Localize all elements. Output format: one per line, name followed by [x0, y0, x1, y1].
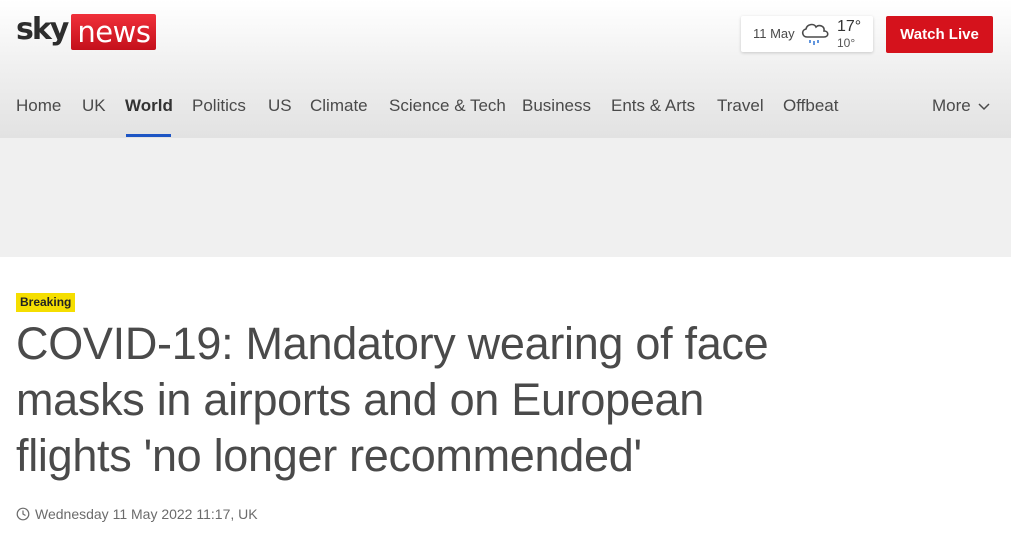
- weather-high-temp: 17°: [837, 18, 862, 35]
- nav-item-home[interactable]: Home: [16, 94, 61, 118]
- nav-item-business[interactable]: Business: [522, 94, 591, 118]
- nav-more-label: More: [932, 96, 971, 115]
- nav-item-travel[interactable]: Travel: [717, 94, 764, 118]
- clock-icon: [16, 507, 30, 521]
- nav-item-politics[interactable]: Politics: [192, 94, 246, 118]
- nav-item-us[interactable]: US: [268, 94, 292, 118]
- breaking-badge: Breaking: [16, 293, 76, 312]
- nav-item-ents-arts[interactable]: Ents & Arts: [611, 94, 695, 118]
- logo-news-text: news: [71, 14, 157, 50]
- watch-live-button[interactable]: Watch Live: [886, 16, 993, 53]
- timestamp-text: Wednesday 11 May 2022 11:17, UK: [35, 506, 258, 522]
- nav-item-science-tech[interactable]: Science & Tech: [389, 94, 506, 118]
- nav-item-world[interactable]: World: [125, 94, 173, 118]
- active-nav-indicator: [126, 134, 171, 137]
- article-headline: COVID-19: Mandatory wearing of face mask…: [16, 318, 769, 481]
- article-timestamp: Wednesday 11 May 2022 11:17, UK: [16, 506, 258, 522]
- nav-item-uk[interactable]: UK: [82, 94, 106, 118]
- weather-date: 11 May: [753, 26, 795, 41]
- weather-low-temp: 10°: [837, 36, 856, 50]
- rain-cloud-icon: [799, 20, 831, 53]
- logo-sky-text: sky: [16, 12, 69, 47]
- ad-placeholder: [0, 138, 1011, 257]
- nav-more-menu[interactable]: More: [932, 94, 991, 118]
- nav-item-offbeat[interactable]: Offbeat: [783, 94, 838, 118]
- nav-item-climate[interactable]: Climate: [310, 94, 368, 118]
- sky-news-logo[interactable]: sky news: [16, 12, 157, 51]
- chevron-down-icon: [978, 103, 990, 111]
- weather-widget[interactable]: 11 May 17° 10°: [741, 16, 873, 52]
